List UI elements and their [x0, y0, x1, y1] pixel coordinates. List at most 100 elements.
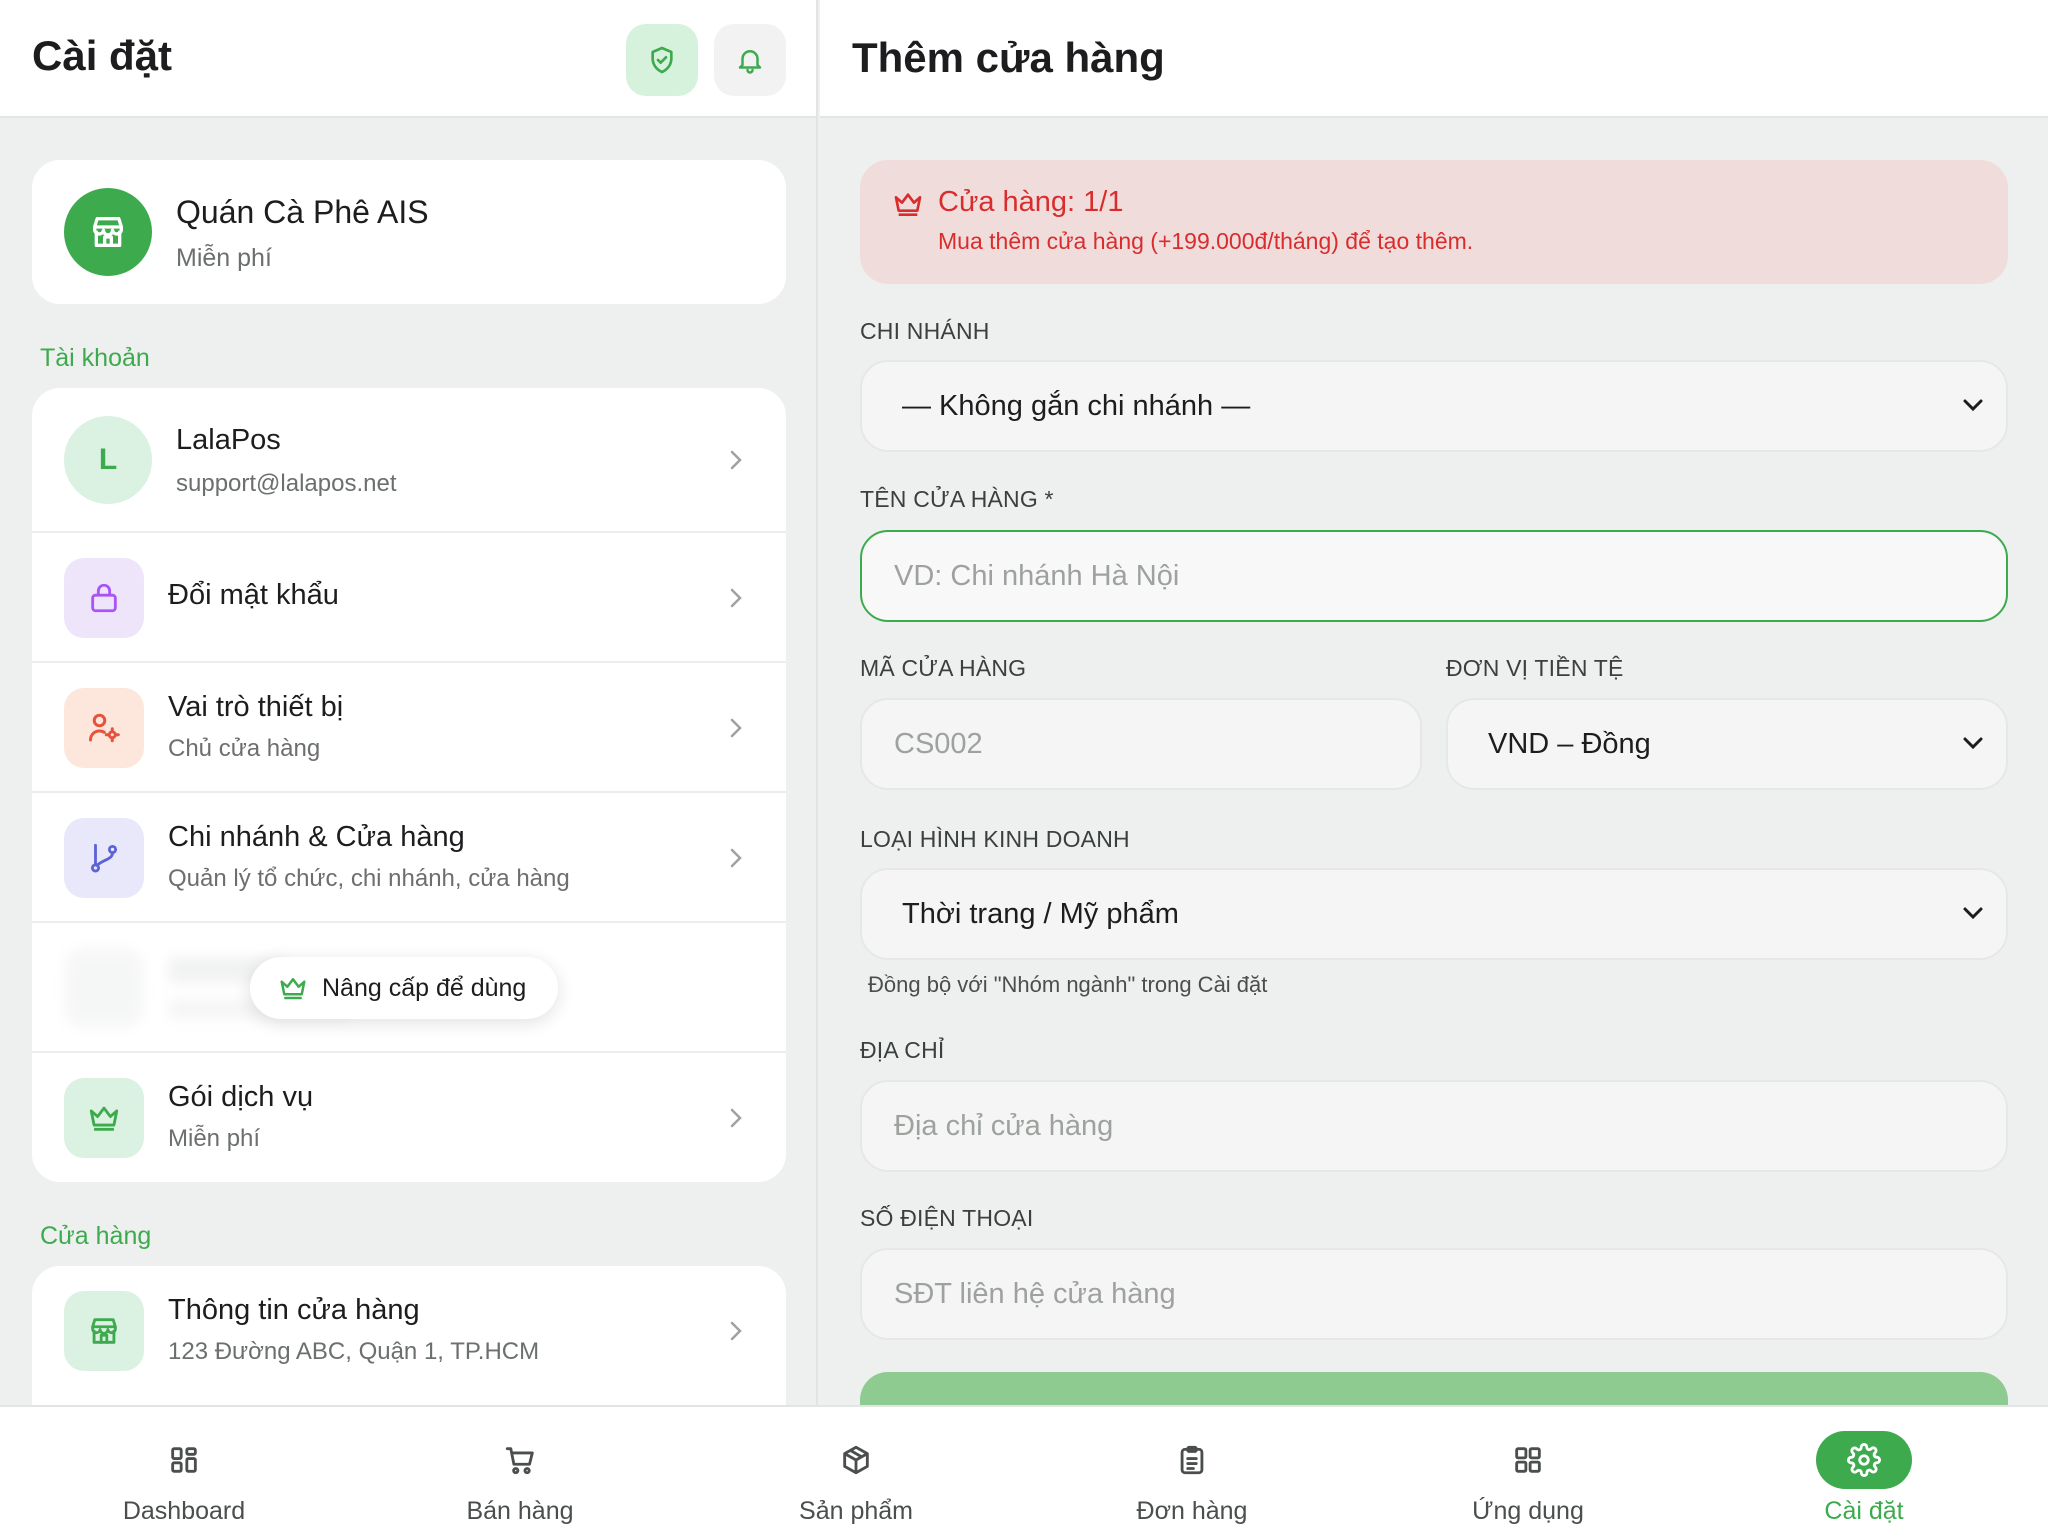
business-type-label: LOẠI HÌNH KINH DOANH: [860, 826, 1130, 852]
store-info-item[interactable]: Thông tin cửa hàng 123 Đường ABC, Quận 1…: [32, 1266, 786, 1396]
currency-label: ĐƠN VỊ TIỀN TỆ: [1446, 655, 1624, 681]
security-button[interactable]: [626, 24, 698, 96]
store-name-label: TÊN CỬA HÀNG *: [860, 486, 1054, 512]
upgrade-label: Nâng cấp để dùng: [322, 973, 527, 1002]
section-account-label: Tài khoản: [40, 344, 150, 372]
business-type-hint: Đồng bộ với "Nhóm ngành" trong Cài đặt: [868, 972, 1268, 997]
nav-settings[interactable]: Cài đặt: [1764, 1407, 1964, 1536]
branch-select-value: — Không gắn chi nhánh —: [902, 390, 1251, 422]
store-icon: [93, 217, 124, 247]
quota-title: Cửa hàng: 1/1: [938, 186, 1124, 218]
shield-check-icon: [651, 46, 673, 74]
address-input[interactable]: Địa chỉ cửa hàng: [860, 1080, 2008, 1172]
currency-select[interactable]: VND – Đồng: [1446, 698, 2008, 790]
nav-products-label: Sản phẩm: [799, 1497, 913, 1525]
address-label: ĐỊA CHỈ: [860, 1037, 945, 1063]
chevron-right-icon: [726, 716, 746, 740]
store-name-input[interactable]: VD: Chi nhánh Hà Nội: [860, 530, 2008, 622]
settings-header: Cài đặt: [0, 0, 816, 118]
store-card: Thông tin cửa hàng 123 Đường ABC, Quận 1…: [32, 1266, 786, 1405]
chevron-right-icon: [726, 1106, 746, 1130]
service-plan-item[interactable]: Gói dịch vụ Miễn phí: [32, 1053, 786, 1182]
chevron-down-icon: [1962, 736, 1984, 755]
store-info-label: Thông tin cửa hàng: [168, 1294, 420, 1326]
store-avatar: [64, 188, 152, 276]
device-role-item[interactable]: Vai trò thiết bị Chủ cửa hàng: [32, 663, 786, 793]
store-quota-alert: Cửa hàng: 1/1 Mua thêm cửa hàng (+199.00…: [860, 160, 2008, 284]
change-password-label: Đổi mật khẩu: [168, 579, 339, 611]
store-plan: Miễn phí: [176, 244, 272, 272]
store-info-address: 123 Đường ABC, Quận 1, TP.HCM: [168, 1338, 540, 1365]
cart-icon: [472, 1431, 568, 1489]
nav-settings-label: Cài đặt: [1824, 1497, 1904, 1525]
service-plan-label: Gói dịch vụ: [168, 1081, 314, 1113]
phone-label: SỐ ĐIỆN THOẠI: [860, 1205, 1034, 1231]
page-title: Cài đặt: [32, 32, 173, 79]
crown-icon: [64, 1078, 144, 1158]
user-gear-icon: [64, 688, 144, 768]
service-plan-value: Miễn phí: [168, 1125, 261, 1152]
chevron-down-icon: [1962, 906, 1984, 925]
clipboard-icon: [1144, 1431, 1240, 1489]
nav-products[interactable]: Sản phẩm: [756, 1407, 956, 1536]
settings-panel: Cài đặt Quán Cà Phê AIS Miễn phí Tài kho…: [0, 0, 818, 1405]
branch-store-label: Chi nhánh & Cửa hàng: [168, 821, 465, 853]
account-card: L LalaPos support@lalapos.net Đổi mật kh…: [32, 388, 786, 1182]
address-placeholder: Địa chỉ cửa hàng: [894, 1110, 1114, 1142]
apps-icon: [1480, 1431, 1576, 1489]
nav-sales[interactable]: Bán hàng: [420, 1407, 620, 1536]
notification-button[interactable]: [714, 24, 786, 96]
branch-label: CHI NHÁNH: [860, 318, 990, 344]
section-store-label: Cửa hàng: [40, 1222, 152, 1250]
gear-icon: [1816, 1431, 1912, 1489]
avatar: L: [64, 416, 152, 504]
business-type-value: Thời trang / Mỹ phẩm: [902, 898, 1179, 930]
chevron-right-icon: [726, 1319, 746, 1343]
nav-dashboard-label: Dashboard: [122, 1497, 246, 1525]
device-role-label: Vai trò thiết bị: [168, 691, 344, 723]
key-icon: [64, 948, 144, 1028]
locked-feature-item[interactable]: Nâng cấp để dùng: [32, 923, 786, 1053]
current-store-card[interactable]: Quán Cà Phê AIS Miễn phí: [32, 160, 786, 304]
chevron-right-icon: [726, 586, 746, 610]
nav-sales-label: Bán hàng: [466, 1497, 574, 1525]
grid-icon: [136, 1431, 232, 1489]
store-icon: [64, 1291, 144, 1371]
phone-input[interactable]: SĐT liên hệ cửa hàng: [860, 1248, 2008, 1340]
chevron-right-icon: [726, 846, 746, 870]
store-name: Quán Cà Phê AIS: [176, 194, 429, 230]
store-code-input[interactable]: CS002: [860, 698, 1422, 790]
store-code-label: MÃ CỬA HÀNG: [860, 655, 1027, 681]
branch-store-item[interactable]: Chi nhánh & Cửa hàng Quản lý tổ chức, ch…: [32, 793, 786, 923]
chevron-down-icon: [1962, 398, 1984, 417]
nav-apps-label: Ứng dụng: [1472, 1497, 1584, 1525]
branch-store-desc: Quản lý tổ chức, chi nhánh, cửa hàng: [168, 865, 570, 892]
device-role-value: Chủ cửa hàng: [168, 735, 321, 762]
currency-select-value: VND – Đồng: [1488, 728, 1651, 760]
upgrade-button[interactable]: Nâng cấp để dùng: [250, 957, 559, 1019]
business-type-select[interactable]: Thời trang / Mỹ phẩm: [860, 868, 2008, 960]
bottom-nav: Dashboard Bán hàng Sản phẩm Đơn hàng Ứng…: [0, 1405, 2048, 1536]
lock-icon: [64, 558, 144, 638]
crown-icon: [892, 188, 924, 225]
add-store-header: Thêm cửa hàng: [820, 0, 2048, 118]
nav-orders[interactable]: Đơn hàng: [1092, 1407, 1292, 1536]
user-email: support@lalapos.net: [176, 470, 397, 497]
branch-select[interactable]: — Không gắn chi nhánh —: [860, 360, 2008, 452]
bell-icon: [738, 50, 762, 74]
store-name-placeholder: VD: Chi nhánh Hà Nội: [894, 560, 1180, 592]
nav-dashboard[interactable]: Dashboard: [84, 1407, 284, 1536]
submit-button[interactable]: [860, 1372, 2008, 1405]
add-store-panel: Thêm cửa hàng Cửa hàng: 1/1 Mua thêm cửa…: [820, 0, 2048, 1405]
crown-icon: [280, 978, 306, 1000]
quota-description: Mua thêm cửa hàng (+199.000đ/tháng) để t…: [938, 228, 1474, 254]
box-icon: [808, 1431, 904, 1489]
user-profile-item[interactable]: L LalaPos support@lalapos.net: [32, 388, 786, 533]
git-branch-icon: [64, 818, 144, 898]
user-name: LalaPos: [176, 424, 281, 456]
chevron-right-icon: [726, 448, 746, 472]
change-password-item[interactable]: Đổi mật khẩu: [32, 533, 786, 663]
nav-apps[interactable]: Ứng dụng: [1428, 1407, 1628, 1536]
nav-orders-label: Đơn hàng: [1136, 1497, 1248, 1525]
form-title: Thêm cửa hàng: [852, 34, 1165, 81]
